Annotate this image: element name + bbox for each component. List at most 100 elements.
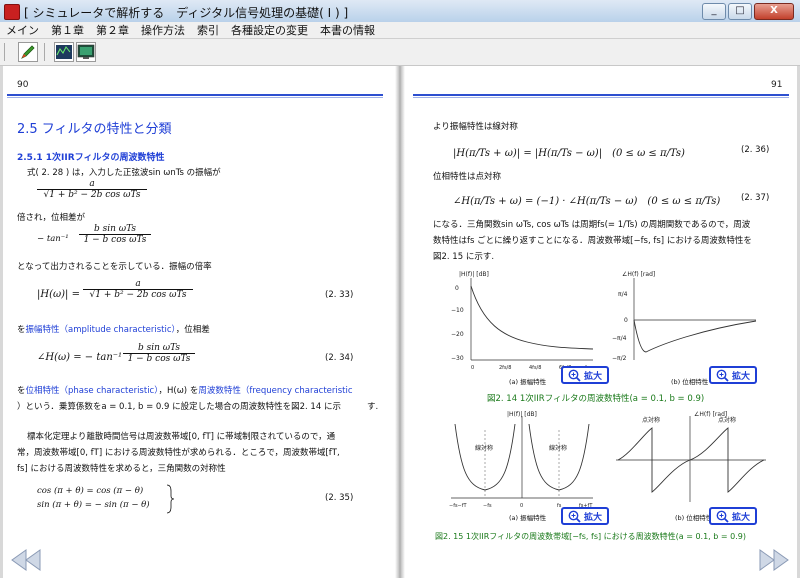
equation-line: cos (π + θ) = cos (π − θ) — [37, 486, 144, 496]
term-link[interactable]: 位相特性（phase characteristic） — [26, 386, 159, 396]
paragraph: fs] における周波数特性を求めると，三角関数の対称性 — [17, 464, 226, 474]
tick-label: 0 — [624, 317, 628, 324]
zoom-button-label: 拡大 — [583, 512, 602, 523]
header-rule — [7, 94, 383, 96]
maximize-button[interactable]: □ — [728, 3, 752, 20]
fraction-denominator: √1 + b² − 2b cos ωTs — [43, 190, 141, 200]
equation-number: (2. 34) — [325, 353, 354, 363]
header-rule-thin — [7, 97, 383, 98]
equation-number: (2. 37) — [741, 193, 770, 203]
equation-number: (2. 33) — [325, 290, 354, 300]
left-page: 90 2.5 フィルタの特性と分類 2.5.1 1次IIRフィルタの周波数特性 … — [3, 66, 395, 578]
minimize-button[interactable]: _ — [702, 3, 726, 20]
paragraph: 倍され，位相差が — [17, 213, 86, 223]
tick-label: −10 — [451, 307, 464, 314]
tick-label: −30 — [451, 355, 464, 362]
menu-item-chapter1[interactable]: 第１章 — [51, 22, 84, 38]
figure-sublabel: (b) 位相特性 — [671, 378, 709, 386]
paragraph: 常，周波数帯域[0, fT] における周波数特性が求められる．ところで，周波数帯… — [17, 448, 340, 458]
monitor-view-icon[interactable] — [76, 42, 96, 62]
paragraph: を振幅特性（amplitude characteristic），位相差 — [17, 323, 210, 335]
paragraph: 式( 2. 28 ) は，入力した正弦波sin ωnTs の振幅が — [27, 168, 221, 178]
tick-label: 2fs/8 — [499, 365, 511, 371]
fraction: b sin ωTs 1 − b cos ωTs — [79, 224, 151, 245]
zoom-button[interactable]: 拡大 — [561, 507, 609, 525]
magnifier-plus-icon — [568, 510, 581, 523]
figure-2-15-phase: 点対称 点対称 ∠H(f) [rad] — [616, 411, 766, 502]
tick-label: −π/2 — [612, 355, 627, 362]
figure-2-14-phase: π/4 0 −π/4 −π/2 ∠H(f) [rad] — [612, 271, 757, 362]
close-button[interactable]: X — [754, 3, 794, 20]
zoom-button-label: 拡大 — [583, 371, 602, 382]
term-link[interactable]: 振幅特性（amplitude characteristic） — [26, 325, 176, 335]
tick-label: −fs−fT — [449, 503, 468, 509]
paragraph: より振幅特性は線対称 — [433, 122, 518, 132]
figure-caption: 図2. 14 1次IIRフィルタの周波数特性(a = 0.1, b = 0.9) — [487, 394, 705, 404]
fraction-numerator: b sin ωTs — [123, 343, 195, 354]
figure-2-15-amplitude: 線対称 線対称 |H(f)| [dB] −fs−fT −fs 0 fs fs+f… — [449, 411, 593, 509]
paragraph: になる．三角関数sin ωTs, cos ωTs は周期fs(= 1/Ts) の… — [433, 220, 751, 230]
toolbar-separator — [44, 43, 45, 61]
equation: ∠H(π/Ts + ω) = (−1) · ∠H(π/Ts − ω) (0 ≤ … — [453, 196, 721, 207]
axis-label: ∠H(f) [rad] — [694, 411, 727, 418]
magnifier-plus-icon — [716, 369, 729, 382]
fraction-numerator: b sin ωTs — [79, 224, 151, 235]
annotation: 線対称 — [549, 444, 567, 452]
tick-label: 0 — [455, 285, 459, 292]
paragraph: 図2. 15 に示す. — [433, 252, 495, 262]
fraction: a √1 + b² − 2b cos ωTs — [83, 279, 193, 300]
text: を — [17, 325, 26, 335]
equation-line: sin (π + θ) = − sin (π − θ) — [37, 500, 150, 510]
menu-item-chapter2[interactable]: 第２章 — [96, 22, 129, 38]
menu-item-book-info[interactable]: 本書の情報 — [320, 22, 375, 38]
paragraph: す. — [367, 402, 379, 412]
fraction-numerator: a — [83, 279, 193, 290]
zoom-button[interactable]: 拡大 — [709, 366, 757, 384]
header-rule-thin — [413, 97, 789, 98]
pen-tool-icon[interactable] — [18, 42, 38, 62]
fraction-numerator: a — [37, 179, 147, 190]
next-page-icon[interactable] — [756, 548, 792, 572]
equation: |H(π/Ts + ω)| = |H(π/Ts − ω)| (0 ≤ ω ≤ π… — [453, 148, 685, 159]
phase-prefix: − tan⁻¹ — [37, 234, 69, 244]
tick-label: 0 — [471, 365, 474, 371]
toolbar-separator — [4, 43, 5, 61]
axis-label: ∠H(f) [rad] — [622, 271, 655, 278]
paragraph: ）という．乗算係数をa = 0.1, b = 0.9 に設定した場合の周波数特性… — [17, 402, 341, 412]
app-icon — [4, 4, 20, 20]
menu-item-howto[interactable]: 操作方法 — [141, 22, 185, 38]
annotation: 点対称 — [642, 416, 660, 424]
menu-item-index[interactable]: 索引 — [197, 22, 219, 38]
figure-caption: 図2. 15 1次IIRフィルタの周波数帯域[−fs, fs] における周波数特… — [435, 532, 746, 541]
tick-label: 0 — [520, 503, 523, 509]
page-gutter — [395, 66, 405, 578]
tick-label: −20 — [451, 331, 464, 338]
fraction-denominator: 1 − b cos ωTs — [83, 235, 147, 245]
equation-number: (2. 35) — [325, 493, 354, 503]
axis-label: |H(f)| [dB] — [459, 271, 489, 278]
paragraph: 数特性はfs ごとに繰り返すことになる．周波数帯域[−fs, fs] における周… — [433, 236, 752, 246]
zoom-button-label: 拡大 — [731, 371, 750, 382]
header-rule — [413, 94, 789, 96]
tick-label: −fs — [483, 503, 492, 509]
magnifier-plus-icon — [716, 510, 729, 523]
menu-item-main[interactable]: メイン — [6, 22, 39, 38]
section-title: 2.5 フィルタの特性と分類 — [17, 122, 172, 137]
equation-number: (2. 36) — [741, 145, 770, 155]
prev-page-icon[interactable] — [8, 548, 44, 572]
paragraph: となって出力されることを示している．振幅の倍率 — [17, 262, 212, 272]
zoom-button-label: 拡大 — [731, 512, 750, 523]
fraction-denominator: √1 + b² − 2b cos ωTs — [89, 290, 187, 300]
tick-label: −π/4 — [612, 335, 627, 342]
zoom-button[interactable]: 拡大 — [561, 366, 609, 384]
zoom-button[interactable]: 拡大 — [709, 507, 757, 525]
text: ，H(ω) を — [158, 386, 199, 396]
title-bar: [ シミュレータで解析する ディジタル信号処理の基礎( I ) ] _ □ X — [0, 0, 800, 23]
chart-view-icon[interactable] — [54, 42, 74, 62]
figure-sublabel: (a) 振幅特性 — [509, 514, 547, 522]
menu-item-settings[interactable]: 各種設定の変更 — [231, 22, 308, 38]
tick-label: π/4 — [618, 291, 628, 298]
fraction-denominator: 1 − b cos ωTs — [127, 354, 191, 364]
term-link[interactable]: 周波数特性（frequency characteristic — [198, 386, 352, 396]
text: ，位相差 — [175, 325, 210, 335]
